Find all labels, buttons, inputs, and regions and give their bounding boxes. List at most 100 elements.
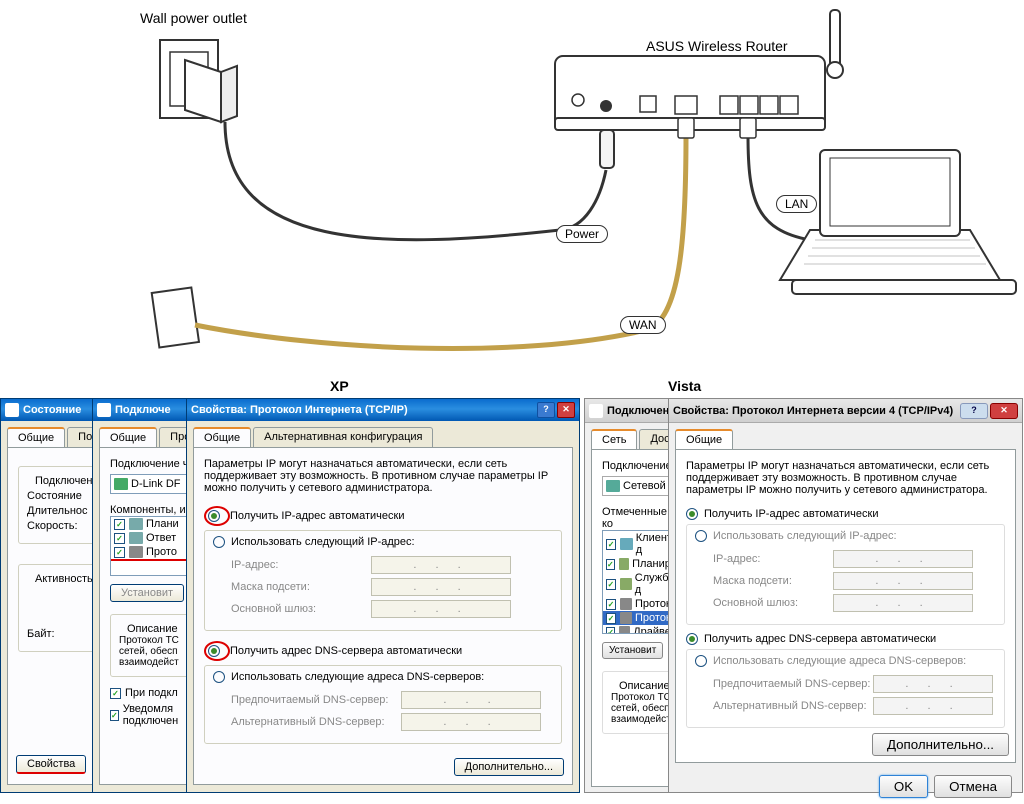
label-dns-pref: Предпочитаемый DNS-сервер:	[713, 678, 873, 690]
input-mask: . . .	[371, 578, 511, 596]
checkbox[interactable]	[606, 579, 616, 590]
diagram-svg	[0, 0, 1024, 390]
client-icon	[620, 538, 633, 550]
titlebar[interactable]: Свойства: Протокол Интернета (TCP/IP) ? …	[187, 399, 579, 421]
tab-general[interactable]: Общие	[675, 429, 733, 449]
close-button[interactable]: ✕	[990, 403, 1018, 419]
checkbox-notify-limited[interactable]	[110, 710, 119, 721]
label-ip: IP-адрес:	[713, 553, 833, 565]
tab-general[interactable]: Общие	[99, 427, 157, 447]
section-title-vista: Vista	[668, 378, 701, 394]
input-ip: . . .	[371, 556, 511, 574]
help-button[interactable]: ?	[537, 402, 555, 418]
label-dns-pref: Предпочитаемый DNS-сервер:	[231, 694, 401, 706]
label-manual-dns: Использовать следующие адреса DNS-сервер…	[231, 671, 484, 683]
checkbox[interactable]	[606, 539, 616, 550]
checkbox-notify-connect[interactable]	[110, 688, 121, 699]
network-icon	[589, 404, 603, 418]
radio-auto-dns[interactable]	[686, 633, 698, 645]
adapter-icon	[606, 480, 620, 492]
adapter-name: D-Link DF	[131, 478, 181, 490]
window-title: Состояние	[23, 404, 81, 416]
label-wall-outlet: Wall power outlet	[140, 10, 247, 26]
label-auto-ip: Получить IP-адрес автоматически	[704, 508, 878, 520]
service-icon	[620, 578, 632, 590]
radio-manual-dns[interactable]	[695, 655, 707, 667]
checkbox[interactable]	[114, 533, 125, 544]
input-dns-pref: . . .	[873, 675, 993, 693]
section-title-xp: XP	[330, 378, 349, 394]
label-bytes: Байт:	[27, 628, 55, 640]
description-text: Протокол TC сетей, обесп взаимодейст	[611, 692, 672, 725]
label-auto-ip: Получить IP-адрес автоматически	[230, 510, 404, 522]
checkbox[interactable]	[114, 547, 125, 558]
tab-alternate[interactable]: Альтернативная конфигурация	[253, 427, 433, 447]
label-gateway: Основной шлюз:	[231, 603, 371, 615]
protocol-icon	[129, 546, 143, 558]
highlight-circle	[204, 506, 230, 526]
advanced-button[interactable]: Дополнительно...	[454, 758, 564, 776]
label-power: Power	[556, 225, 608, 243]
vista-tcpip-window: Свойства: Протокол Интернета версии 4 (T…	[668, 398, 1023, 793]
xp-tcpip-window: Свойства: Протокол Интернета (TCP/IP) ? …	[186, 398, 580, 793]
checkbox[interactable]	[114, 519, 125, 530]
label-state: Состояние	[27, 490, 93, 502]
help-button[interactable]: ?	[960, 403, 988, 419]
radio-auto-dns[interactable]	[208, 645, 220, 657]
network-icon	[97, 403, 111, 417]
label-auto-dns: Получить адрес DNS-сервера автоматически	[230, 645, 462, 657]
radio-manual-dns[interactable]	[213, 671, 225, 683]
radio-auto-ip[interactable]	[686, 508, 698, 520]
label-gateway: Основной шлюз:	[713, 597, 833, 609]
label-router: ASUS Wireless Router	[646, 38, 788, 54]
description-text: Протокол TC сетей, обесп взаимодейст	[119, 635, 195, 668]
network-diagram: Wall power outlet ASUS Wireless Router P…	[0, 0, 1024, 390]
intro-text: Параметры IP могут назначаться автоматич…	[204, 458, 562, 494]
close-button[interactable]: ✕	[557, 402, 575, 418]
radio-manual-ip[interactable]	[695, 530, 707, 542]
driver-icon	[619, 626, 630, 634]
window-title: Свойства: Протокол Интернета (TCP/IP)	[191, 404, 408, 416]
checkbox[interactable]	[606, 613, 616, 624]
install-button[interactable]: Установит	[602, 642, 663, 659]
group-activity: Активность	[31, 573, 97, 585]
input-gateway: . . .	[833, 594, 973, 612]
label-manual-ip: Использовать следующий IP-адрес:	[231, 536, 415, 548]
service-icon	[129, 532, 143, 544]
input-dns-alt: . . .	[873, 697, 993, 715]
input-ip: . . .	[833, 550, 973, 568]
advanced-button[interactable]: Дополнительно...	[872, 733, 1009, 756]
checkbox[interactable]	[606, 599, 616, 610]
install-button[interactable]: Установит	[110, 584, 184, 602]
group-description: Описание	[123, 623, 182, 635]
protocol-icon	[620, 612, 632, 624]
window-title: Подключе	[115, 404, 171, 416]
label-manual-dns: Использовать следующие адреса DNS-сервер…	[713, 655, 966, 667]
tab-general[interactable]: Общие	[193, 427, 251, 447]
label-mask: Маска подсети:	[231, 581, 371, 593]
label-manual-ip: Использовать следующий IP-адрес:	[713, 530, 897, 542]
input-dns-pref: . . .	[401, 691, 541, 709]
highlight-circle	[204, 641, 230, 661]
radio-auto-ip[interactable]	[208, 510, 220, 522]
label-auto-dns: Получить адрес DNS-сервера автоматически	[704, 633, 936, 645]
cancel-button[interactable]: Отмена	[934, 775, 1012, 798]
adapter-name: Сетевой	[623, 480, 666, 492]
label-mask: Маска подсети:	[713, 575, 833, 587]
input-mask: . . .	[833, 572, 973, 590]
adapter-icon	[114, 478, 128, 490]
checkbox[interactable]	[606, 559, 615, 570]
titlebar[interactable]: Свойства: Протокол Интернета версии 4 (T…	[669, 399, 1022, 423]
service-icon	[129, 518, 143, 530]
properties-button[interactable]: Свойства	[16, 755, 86, 774]
tab-network[interactable]: Сеть	[591, 429, 637, 449]
tab-general[interactable]: Общие	[7, 427, 65, 447]
label-ip: IP-адрес:	[231, 559, 371, 571]
checkbox[interactable]	[606, 627, 615, 635]
label-duration: Длительнос	[27, 505, 93, 517]
ok-button[interactable]: OK	[879, 775, 928, 798]
protocol-icon	[620, 598, 632, 610]
radio-manual-ip[interactable]	[213, 536, 225, 548]
window-title: Свойства: Протокол Интернета версии 4 (T…	[673, 405, 953, 417]
label-dns-alt: Альтернативный DNS-сервер:	[231, 716, 401, 728]
